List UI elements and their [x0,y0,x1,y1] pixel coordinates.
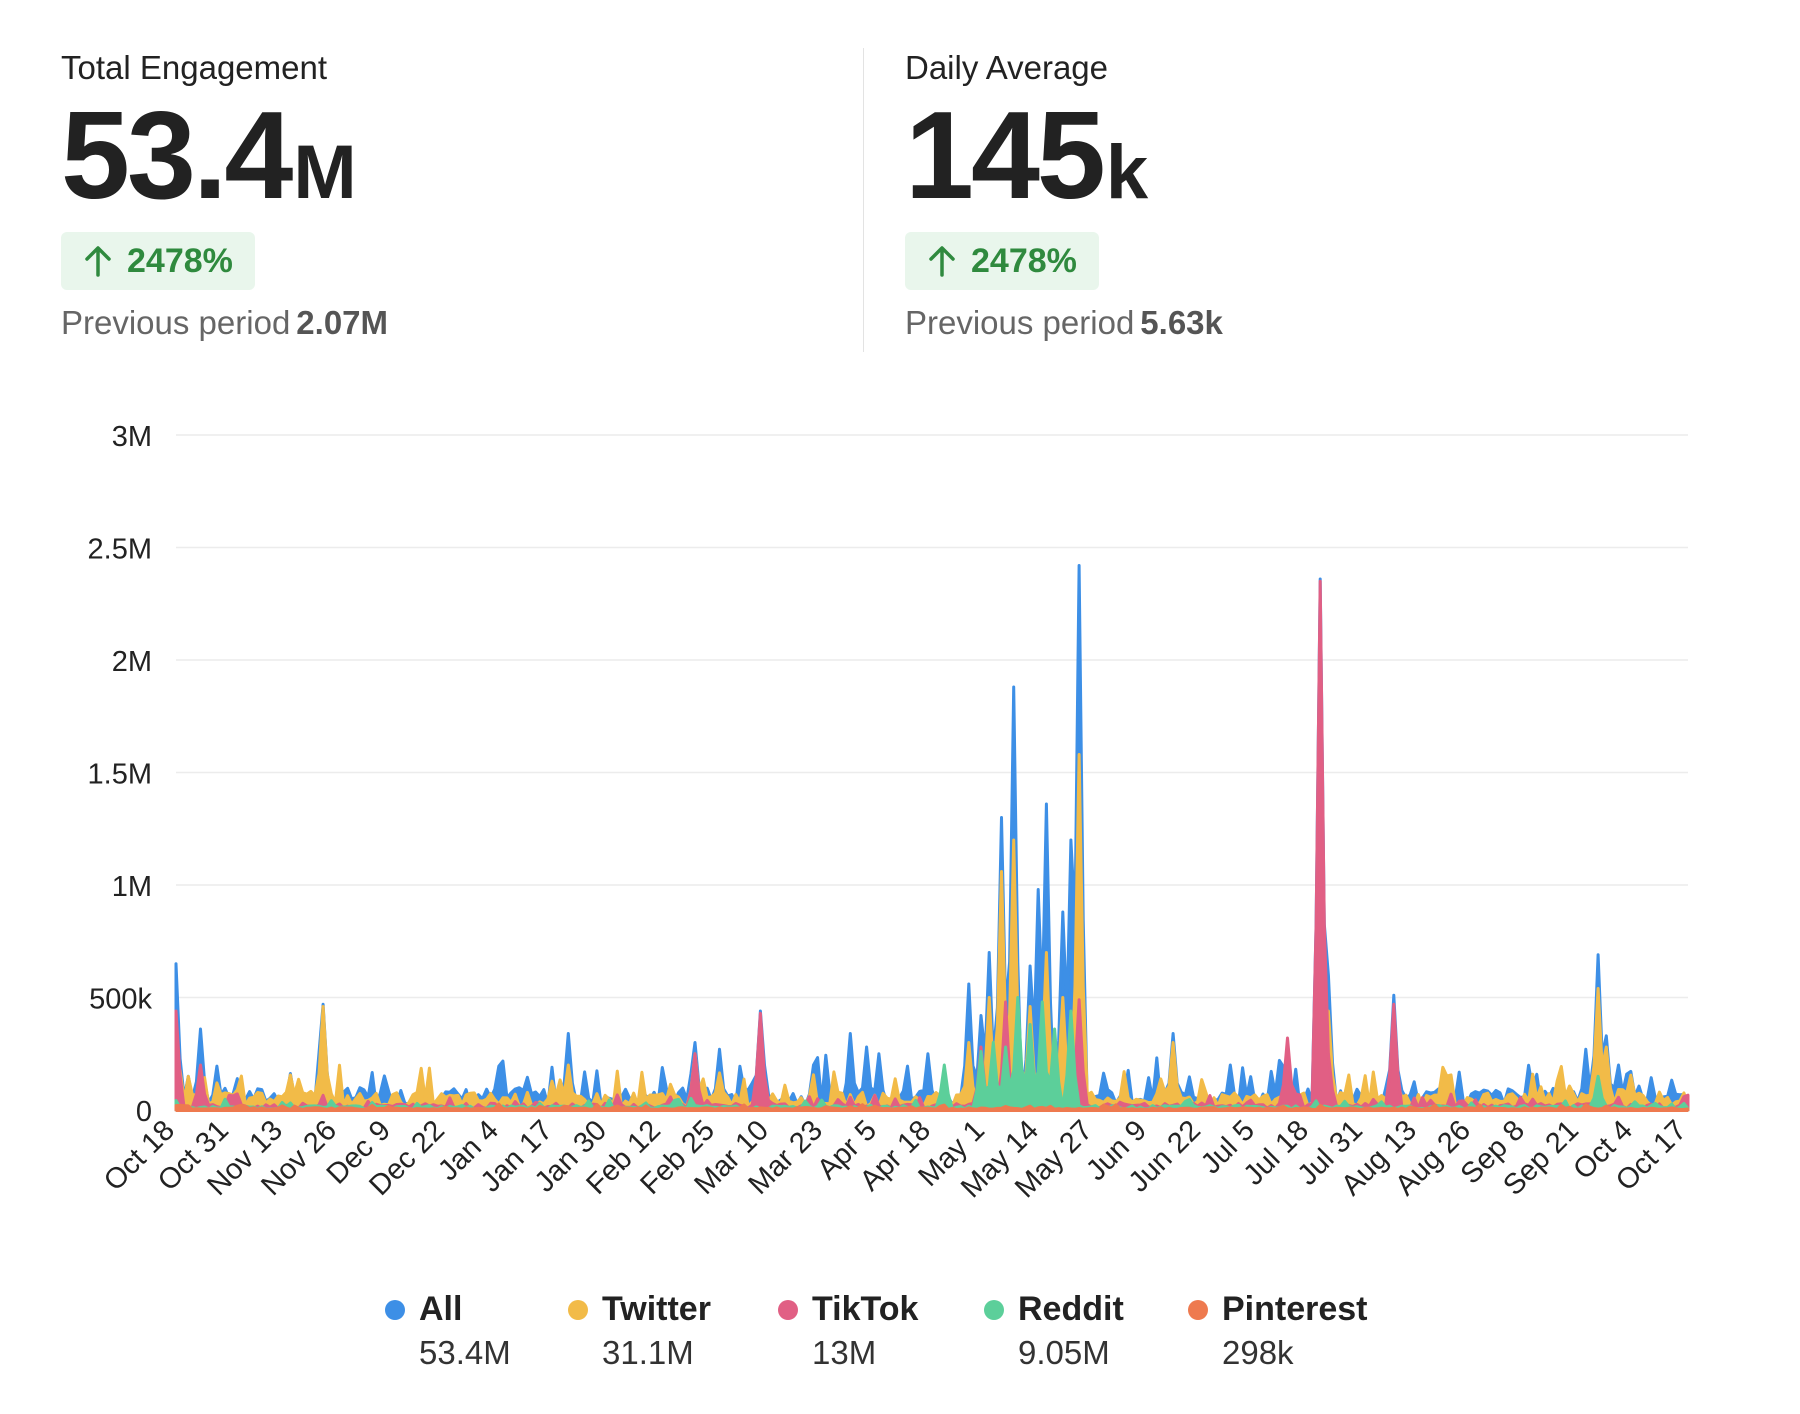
y-tick-label: 500k [89,984,152,1016]
legend-dot-icon [984,1300,1004,1320]
y-tick-label: 1M [112,871,152,903]
legend-dot-icon [568,1300,588,1320]
legend-series-name: All [419,1290,463,1328]
y-tick-label: 1.5M [88,759,152,791]
legend-series-total: 31.1M [602,1334,694,1371]
engagement-area-chart: 0500k1M1.5M2M2.5M3MOct 18Oct 31Nov 13Nov… [88,421,1693,1204]
legend-series-total: 13M [812,1334,877,1371]
legend-series-total: 53.4M [419,1334,511,1371]
legend-series-name: Pinterest [1222,1290,1368,1328]
y-tick-label: 2.5M [88,534,152,566]
y-tick-label: 2M [112,646,152,678]
legend-series-name: Twitter [602,1290,711,1328]
legend-dot-icon [385,1300,405,1320]
series-area-all [174,564,1690,1112]
legend-dot-icon [778,1300,798,1320]
y-tick-label: 3M [112,421,152,453]
legend-series-name: TikTok [812,1290,919,1328]
legend-series-total: 298k [1222,1334,1294,1371]
legend-series-total: 9.05M [1018,1334,1110,1371]
legend-dot-icon [1188,1300,1208,1320]
series-area-twitter [174,753,1690,1112]
legend-series-name: Reddit [1018,1290,1124,1328]
